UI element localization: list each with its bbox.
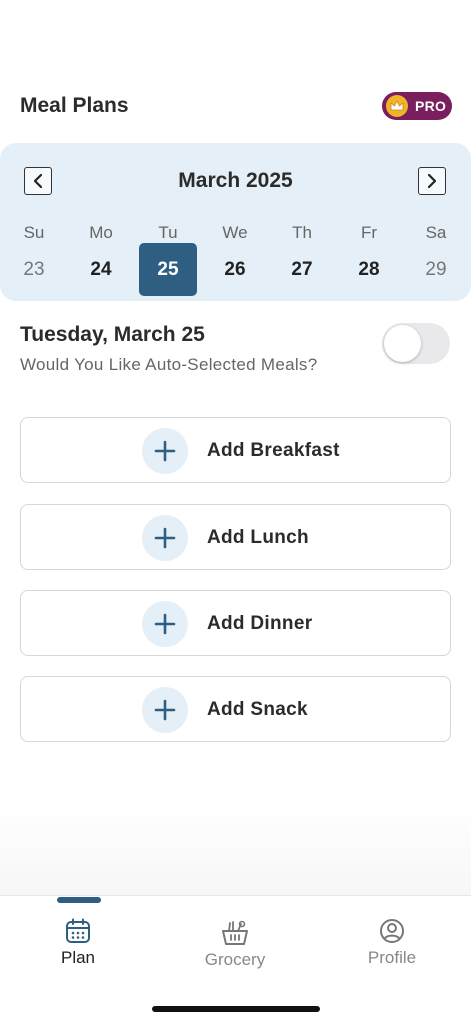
plus-icon [142,601,188,647]
calendar-day[interactable]: Su 23 [5,221,63,280]
tab-profile[interactable]: Profile [342,918,442,968]
add-breakfast-button[interactable]: Add Breakfast [20,417,451,483]
day-of-week-label: Fr [360,223,378,242]
add-dinner-button[interactable]: Add Dinner [20,590,451,656]
tab-grocery[interactable]: Grocery [185,920,285,970]
previous-week-button[interactable] [24,167,52,195]
day-of-week-label: We [222,223,248,242]
pro-label: PRO [415,98,447,114]
day-of-week-label: Sa [425,223,447,242]
chevron-right-icon [427,173,437,189]
day-of-week-label: Mo [89,223,113,242]
header: Meal Plans PRO [0,86,471,130]
day-of-week-label: Tu [158,223,178,242]
tab-plan[interactable]: Plan [28,918,128,968]
meal-label: Add Breakfast [207,440,340,461]
active-tab-indicator [57,897,101,903]
calendar-day[interactable]: We 26 [206,221,264,280]
toggle-knob [384,325,421,362]
day-number: 29 [425,259,447,280]
selected-date-heading: Tuesday, March 25 [20,323,205,346]
day-number: 26 [224,259,246,280]
plus-icon [142,687,188,733]
auto-select-toggle[interactable] [382,323,450,364]
plus-icon [142,515,188,561]
chevron-left-icon [33,173,43,189]
calendar-month-label: March 2025 [178,169,293,192]
day-of-week-label: Su [23,223,45,242]
day-number: 25 [157,259,179,280]
add-lunch-button[interactable]: Add Lunch [20,504,451,570]
crown-icon [386,95,408,117]
pro-badge[interactable]: PRO [382,92,452,120]
meal-label: Add Snack [207,699,308,720]
meal-label: Add Lunch [207,527,309,548]
page-title: Meal Plans [20,94,129,117]
basket-icon [185,920,285,948]
bottom-tab-bar: Plan Grocery Profile [0,895,471,1024]
calendar-day[interactable]: Mo 24 [72,221,130,280]
calendar-icon [28,918,128,946]
home-indicator [152,1006,320,1012]
meal-label: Add Dinner [207,613,313,634]
profile-icon [342,918,442,946]
day-of-week-label: Th [292,223,312,242]
tab-label: Grocery [204,950,266,969]
add-snack-button[interactable]: Add Snack [20,676,451,742]
tab-label: Profile [367,948,417,967]
calendar-day-selected[interactable]: Tu 25 [139,221,197,280]
content-fade [0,800,471,895]
calendar-day[interactable]: Th 27 [273,221,331,280]
day-number: 23 [23,259,45,280]
day-number: 24 [90,259,112,280]
day-number: 28 [358,259,380,280]
auto-select-prompt: Would You Like Auto-Selected Meals? [20,355,318,374]
calendar-day[interactable]: Sa 29 [407,221,465,280]
plus-icon [142,428,188,474]
next-week-button[interactable] [418,167,446,195]
day-number: 27 [291,259,313,280]
calendar-day[interactable]: Fr 28 [340,221,398,280]
tab-label: Plan [60,948,96,967]
